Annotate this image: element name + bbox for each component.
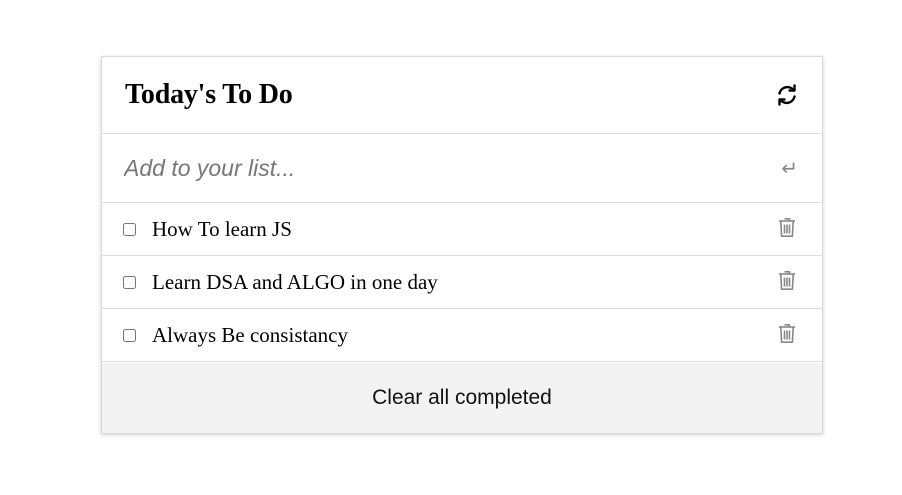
item-text: Learn DSA and ALGO in one day [152, 269, 438, 294]
clear-completed-button[interactable]: Clear all completed [102, 363, 822, 433]
trash-icon[interactable] [776, 321, 798, 345]
trash-icon[interactable] [776, 268, 798, 292]
todo-header: Today's To Do [102, 57, 822, 134]
todo-list: How To learn JS Learn DSA and ALGO in on… [102, 203, 822, 362]
item-text: How To learn JS [152, 216, 292, 241]
add-item-input[interactable] [124, 154, 724, 182]
trash-icon[interactable] [776, 215, 798, 239]
item-checkbox[interactable] [123, 275, 136, 289]
list-item: Learn DSA and ALGO in one day [102, 256, 822, 309]
list-item: Always Be consistancy [102, 309, 822, 362]
add-item-row: ↵ [102, 134, 822, 203]
refresh-icon[interactable] [774, 82, 800, 108]
list-item: How To learn JS [102, 203, 822, 256]
item-checkbox[interactable] [123, 222, 136, 236]
item-checkbox[interactable] [123, 328, 136, 342]
enter-icon[interactable]: ↵ [781, 158, 798, 178]
clear-completed-label: Clear all completed [372, 386, 552, 409]
item-text: Always Be consistancy [152, 322, 348, 347]
page-title: Today's To Do [125, 79, 293, 110]
todo-card: Today's To Do ↵ How To learn JS [101, 56, 823, 434]
